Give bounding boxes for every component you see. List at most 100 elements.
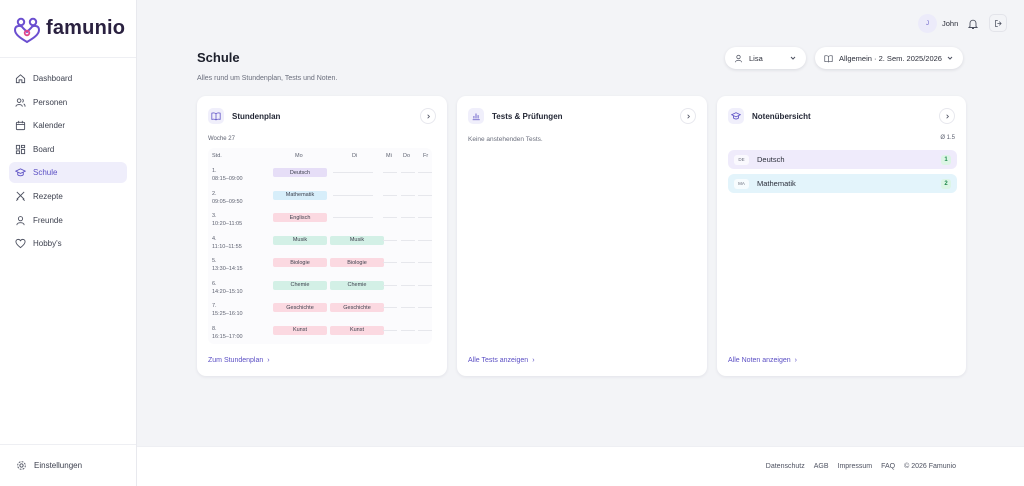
card-title: Stundenplan <box>232 111 281 121</box>
sidebar-item-label: Personen <box>33 97 68 107</box>
card-title: Notenübersicht <box>752 111 811 121</box>
empty-state: Keine anstehenden Tests. <box>468 136 543 143</box>
users-icon <box>15 97 26 108</box>
copyright: © 2026 Famunio <box>904 463 956 470</box>
subject-name: Mathematik <box>757 179 796 188</box>
column-header: Std. <box>212 153 222 159</box>
period-label: 7. 15:25–16:10 <box>212 303 243 317</box>
sidebar-item-personen[interactable]: Personen <box>9 92 127 113</box>
brand-name: famunio <box>46 17 126 39</box>
timetable-open-button[interactable] <box>420 108 436 124</box>
table-row: 3. 10:20–11:05 Englisch <box>208 210 432 232</box>
timetable-grid: Std. Mo Di Mi Do Fr 1. 08:15–09:00 Deutsc… <box>208 148 432 344</box>
topbar: J John <box>137 0 1024 46</box>
table-row: 7. 15:25–16:10 Geschichte Geschichte <box>208 300 432 322</box>
sidebar-item-label: Kalender <box>33 121 66 131</box>
user-icon <box>734 54 743 63</box>
heart-icon <box>15 238 26 249</box>
column-header: Di <box>352 153 358 159</box>
chevron-right-icon: › <box>532 357 535 364</box>
term-select-value: Allgemein · 2. Sem. 2025/2026 <box>839 53 942 63</box>
person-select-value: Lisa <box>749 53 763 63</box>
page-title: Schule <box>197 50 240 65</box>
bell-icon[interactable] <box>967 17 979 29</box>
timetable-card: Stundenplan Woche 27 Std. Mo Di Mi Do Fr… <box>197 96 447 376</box>
calendar-icon <box>15 120 26 131</box>
sidebar-item-schule[interactable]: Schule <box>9 162 127 184</box>
grade-row-mathematik[interactable]: MA Mathematik 2 <box>728 174 957 193</box>
table-row: 5. 13:30–14:15 Biologie Biologie <box>208 255 432 277</box>
column-header: Mi <box>386 153 392 159</box>
period-label: 4. 11:10–11:55 <box>212 235 242 250</box>
footer-link-agb[interactable]: AGB <box>814 463 829 470</box>
footer-links: Datenschutz AGB Impressum FAQ © 2026 Fam… <box>757 463 956 470</box>
sidebar-item-freunde[interactable]: Freunde <box>9 210 127 231</box>
timetable-link[interactable]: Zum Stundenplan › <box>208 357 270 364</box>
grade-count-badge: 2 <box>941 178 951 189</box>
grades-link[interactable]: Alle Noten anzeigen › <box>728 357 797 364</box>
tests-link[interactable]: Alle Tests anzeigen › <box>468 357 535 364</box>
logout-button[interactable] <box>989 14 1007 32</box>
timetable-link-label: Zum Stundenplan <box>208 357 264 364</box>
lesson-cell[interactable]: Kunst <box>273 325 327 335</box>
chevron-right-icon: › <box>267 357 270 364</box>
lesson-cell[interactable]: Geschichte <box>273 303 327 312</box>
user-menu[interactable]: J John <box>918 14 958 33</box>
period-label: 6. 14:20–15:10 <box>212 280 243 295</box>
lesson-cell[interactable]: Biologie <box>330 258 384 267</box>
lesson-cell[interactable]: Chemie <box>330 280 384 290</box>
chevron-down-icon <box>789 54 797 62</box>
lesson-cell[interactable]: Englisch <box>273 213 327 222</box>
lesson-cell[interactable]: Musik <box>273 235 327 245</box>
sidebar-item-dashboard[interactable]: Dashboard <box>9 68 127 89</box>
tests-open-button[interactable] <box>680 108 696 124</box>
footer-link-faq[interactable]: FAQ <box>881 463 895 470</box>
sidebar-item-label: Board <box>33 144 55 154</box>
sidebar-item-kalender[interactable]: Kalender <box>9 115 127 136</box>
user-name: John <box>942 19 959 28</box>
lesson-cell[interactable]: Deutsch <box>273 168 327 177</box>
avatar: J <box>918 14 937 33</box>
card-title: Tests & Prüfungen <box>492 111 563 121</box>
footer: Datenschutz AGB Impressum FAQ © 2026 Fam… <box>137 446 1024 486</box>
grade-count-badge: 1 <box>941 154 951 165</box>
grade-row-deutsch[interactable]: DE Deutsch 1 <box>728 150 957 169</box>
chevron-right-icon <box>686 113 690 119</box>
sidebar-item-hobbys[interactable]: Hobby's <box>9 233 127 254</box>
lesson-cell[interactable]: Chemie <box>273 280 327 290</box>
grade-average: Ø 1.5 <box>940 135 955 141</box>
bar-chart-icon <box>468 108 484 124</box>
footer-link-impressum[interactable]: Impressum <box>838 463 873 470</box>
utensils-icon <box>15 191 26 202</box>
book-icon <box>208 108 224 124</box>
lesson-cell[interactable]: Kunst <box>330 325 384 335</box>
sidebar-item-rezepte[interactable]: Rezepte <box>9 186 127 207</box>
lesson-cell[interactable]: Biologie <box>273 258 327 267</box>
book-icon <box>824 54 833 63</box>
table-row: 4. 11:10–11:55 Musik Musik <box>208 233 432 255</box>
gear-icon <box>16 460 27 471</box>
lesson-cell[interactable]: Musik <box>330 235 384 245</box>
chevron-right-icon <box>945 113 949 119</box>
period-label: 5. 13:30–14:15 <box>212 258 243 272</box>
week-label: Woche 27 <box>208 136 235 142</box>
lesson-cell[interactable]: Geschichte <box>330 303 384 312</box>
grades-open-button[interactable] <box>939 108 955 124</box>
page-subtitle: Alles rund um Stundenplan, Tests und Not… <box>197 75 338 82</box>
footer-link-datenschutz[interactable]: Datenschutz <box>766 463 805 470</box>
chevron-right-icon <box>426 113 430 119</box>
user-icon <box>15 215 26 226</box>
period-label: 2. 09:05–09:50 <box>212 190 243 205</box>
person-select[interactable]: Lisa <box>725 47 806 69</box>
lesson-cell[interactable]: Mathematik <box>273 190 327 200</box>
column-header: Fr <box>423 153 429 159</box>
sidebar-item-label: Dashboard <box>33 74 73 83</box>
sidebar-item-board[interactable]: Board <box>9 139 127 160</box>
term-select[interactable]: Allgemein · 2. Sem. 2025/2026 <box>815 47 963 69</box>
grades-card: Notenübersicht Ø 1.5 DE Deutsch 1 MA Mat… <box>717 96 966 376</box>
sidebar-item-einstellungen[interactable]: Einstellungen <box>0 444 136 486</box>
brand-logo[interactable]: famunio <box>0 0 136 58</box>
table-row: 2. 09:05–09:50 Mathematik <box>208 188 432 210</box>
sidebar-item-label: Schule <box>33 168 58 178</box>
grid-icon <box>15 144 26 155</box>
